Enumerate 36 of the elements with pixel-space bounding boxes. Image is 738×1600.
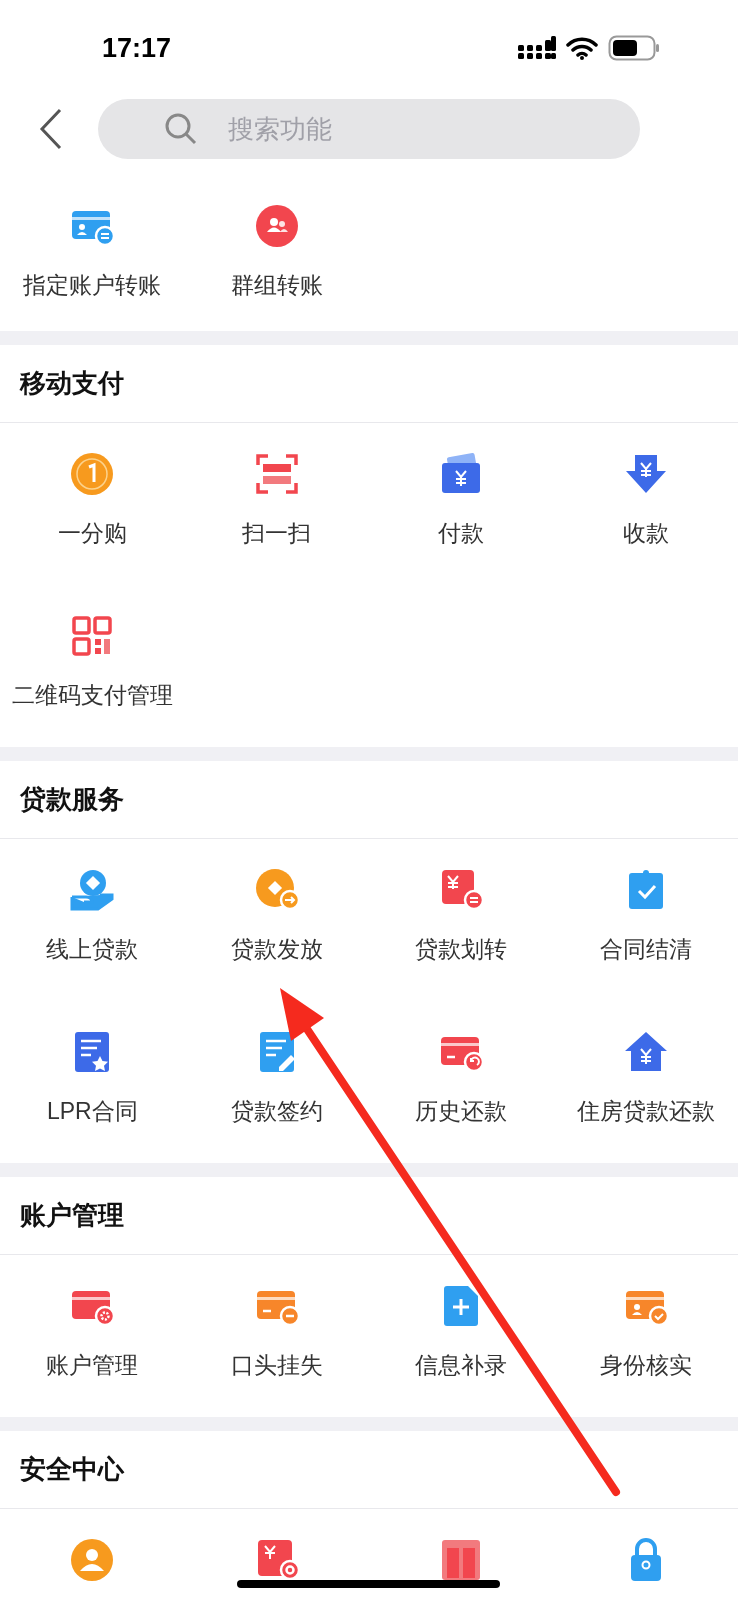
menu-item-label[interactable]: 一分购 (57, 519, 127, 547)
menu-item-label[interactable]: 线上贷款 (46, 935, 139, 963)
menu-item-label[interactable]: 身份核实 (599, 1351, 692, 1379)
menu-item-label[interactable]: 扫一扫 (242, 519, 312, 547)
section-title: 安全中心 (20, 1453, 124, 1486)
search-bar[interactable]: 搜索功能 (98, 99, 640, 159)
battery-icon (608, 35, 660, 61)
menu-item-label[interactable]: 群组转账 (230, 271, 323, 299)
section-title: 贷款服务 (20, 783, 124, 816)
menu-item-label[interactable]: 付款 (438, 519, 485, 547)
clock-time: 17:17 (102, 31, 172, 65)
section-title: 账户管理 (20, 1199, 124, 1232)
coin-icon (69, 451, 116, 497)
menu-item-label[interactable]: 信息补录 (415, 1351, 508, 1379)
wifi-icon (566, 36, 598, 60)
signal-icon (518, 36, 556, 60)
menu-item-label[interactable]: 历史还款 (415, 1097, 508, 1125)
search-icon (164, 112, 198, 146)
menu-item-label[interactable]: 贷款发放 (230, 935, 323, 963)
menu-item-label[interactable]: 住房贷款还款 (576, 1097, 715, 1125)
hand-coin-icon (69, 867, 116, 913)
menu-item-label[interactable]: 贷款划转 (415, 935, 508, 963)
menu-item-label[interactable]: 口头挂失 (230, 1351, 323, 1379)
menu-item-label[interactable]: 合同结清 (599, 935, 692, 963)
menu-item-label[interactable]: LPR合同 (46, 1097, 138, 1125)
search-field[interactable]: 搜索功能 (228, 109, 528, 149)
back-icon[interactable] (38, 108, 64, 150)
menu-item-label[interactable]: 收款 (622, 519, 669, 547)
menu-item-label[interactable]: 贷款签约 (230, 1097, 323, 1125)
menu-item-label[interactable]: 二维码支付管理 (11, 681, 173, 709)
people-icon (253, 203, 300, 249)
menu-item-label[interactable]: 指定账户转账 (23, 271, 162, 299)
scan-icon (253, 451, 300, 497)
menu-item-label[interactable]: 账户管理 (46, 1351, 139, 1379)
section-title: 移动支付 (20, 367, 124, 400)
person-icon (69, 1537, 116, 1583)
